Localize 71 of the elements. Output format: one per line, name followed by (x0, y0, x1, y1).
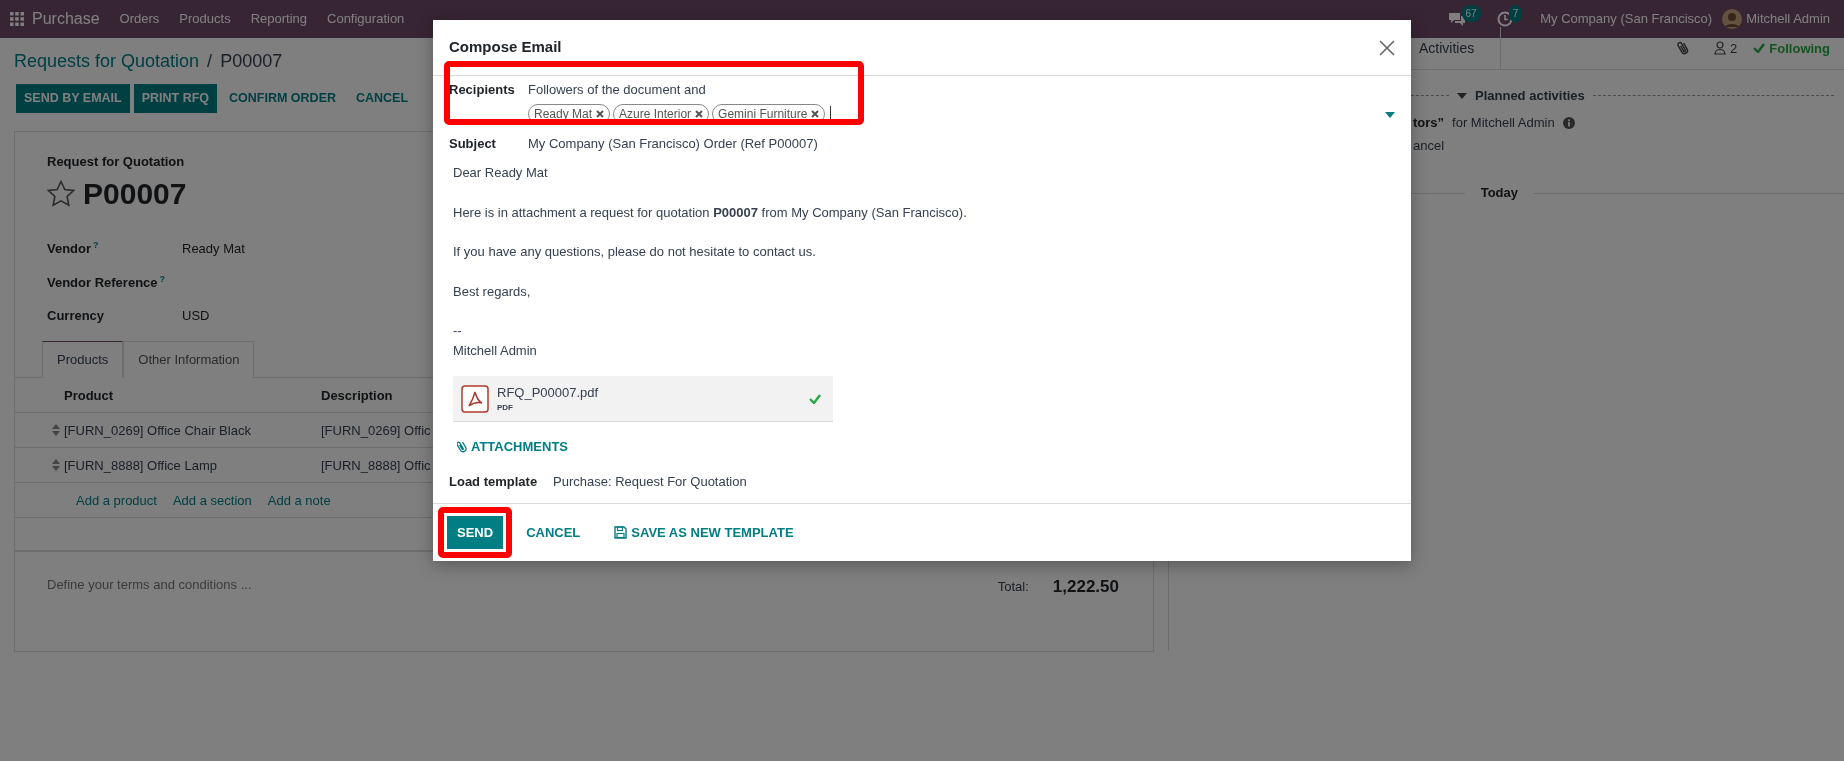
body-paragraph: If you have any questions, please do not hesitate to contact us. (453, 243, 817, 261)
user-menu[interactable]: Mitchell Admin (1746, 9, 1830, 29)
add-line-link[interactable]: Add a product (76, 490, 157, 510)
message-count-badge: 67 (1461, 4, 1481, 22)
follow-label: Following (1769, 39, 1830, 58)
table-cell-text: [FURN_0269] Office Chair Black (64, 421, 252, 440)
menu-item[interactable]: Products (169, 9, 241, 29)
planned-activities-toggle[interactable]: Planned activities (1457, 85, 1585, 106)
follower-count: 2 (1730, 39, 1738, 58)
dialog-title: Compose Email (449, 37, 562, 58)
action-button[interactable]: PRINT RFQ (133, 84, 218, 113)
record-name: P00007 (83, 176, 187, 213)
body-paragraph: Dear Ready Mat (453, 164, 549, 182)
breadcrumb-link[interactable]: Requests for Quotation (14, 47, 200, 75)
tab[interactable]: Products (42, 340, 124, 379)
subject-field[interactable]: My Company (San Francisco) Order (Ref P00007) (528, 133, 818, 153)
signature-line: Mitchell Admin (453, 341, 538, 360)
total-value: 1,222.50 (1052, 576, 1119, 599)
activity-count-badge: 7 (1508, 4, 1523, 22)
action-button[interactable]: CANCEL (348, 84, 417, 113)
activity-assignee: for Mitchell Admin (1452, 114, 1555, 133)
form-subtitle: Request for Quotation (47, 152, 186, 171)
action-button[interactable]: SEND BY EMAIL (16, 84, 130, 113)
field-label: Vendor (47, 240, 92, 259)
dialog-button[interactable]: SAVE AS NEW TEMPLATE (604, 515, 804, 550)
add-line-link[interactable]: Add a section (172, 490, 252, 510)
menu-item[interactable]: Configuration (317, 9, 415, 29)
total-label: Total: (997, 578, 1029, 597)
menu-item[interactable]: Orders (109, 9, 170, 29)
company-switcher[interactable]: My Company (San Francisco) (1530, 9, 1723, 29)
table-cell-text: [FURN_8888] Office Lamp (64, 456, 218, 475)
attachment-type: PDF (497, 402, 514, 415)
field-value[interactable]: USD (182, 306, 210, 326)
field-label: Currency (47, 307, 105, 326)
recipients-field[interactable]: Followers of the document and Ready Mat Azure Interior Gemini Furniture (528, 80, 1395, 124)
breadcrumb-separator: / (207, 49, 213, 73)
dialog-button[interactable]: SEND (447, 515, 504, 550)
terms-field[interactable]: Define your terms and conditions ... (45, 574, 445, 596)
section-title: Planned activities (1475, 86, 1585, 105)
cancel-link[interactable]: ancel (1413, 137, 1445, 153)
column-header: Description (321, 386, 393, 405)
breadcrumb-current: P00007 (220, 49, 283, 73)
attachments-button[interactable]: ATTACHMENTS (453, 430, 578, 464)
body-paragraph: Best regards, (453, 282, 532, 301)
template-field[interactable]: Purchase: Request For Quotation (553, 471, 747, 491)
tab[interactable]: Other Information (123, 340, 255, 379)
action-button[interactable]: CONFIRM ORDER (221, 84, 344, 113)
table-cell-text: [FURN_0269] Offic (321, 421, 431, 440)
help-mark[interactable]: ? (93, 239, 99, 259)
date-separator: Today (1480, 184, 1518, 203)
table-cell-text: [FURN_8888] Offic (321, 456, 431, 475)
field-label: Subject (449, 134, 497, 153)
attachment-name: RFQ_P00007.pdf (497, 383, 600, 402)
followers-button[interactable]: 2 (1714, 38, 1738, 58)
recipients-note: Followers of the document and (528, 81, 707, 99)
field-label: Recipients (449, 81, 516, 99)
activity-title: tors” (1413, 114, 1445, 133)
column-header: Product (64, 386, 115, 405)
follow-button[interactable]: Following (1753, 38, 1830, 58)
attachment-card[interactable]: RFQ_P00007.pdf PDF (453, 376, 833, 422)
app-name[interactable]: Purchase (24, 7, 110, 31)
field-label: Load template (449, 472, 539, 491)
body-paragraph: Here is in attachment a request for quotation P00007 from My Company (San Francisco). (453, 203, 968, 222)
menu-item[interactable]: Reporting (240, 9, 317, 29)
field-label: Vendor Reference (47, 273, 158, 292)
dialog-button[interactable]: CANCEL (516, 515, 591, 550)
field-value[interactable]: Ready Mat (182, 239, 245, 259)
help-mark[interactable]: ? (159, 272, 166, 293)
add-line-link[interactable]: Add a note (267, 490, 331, 510)
activities-tab[interactable]: Activities (1419, 27, 1502, 70)
signature-line: -- (453, 322, 463, 340)
